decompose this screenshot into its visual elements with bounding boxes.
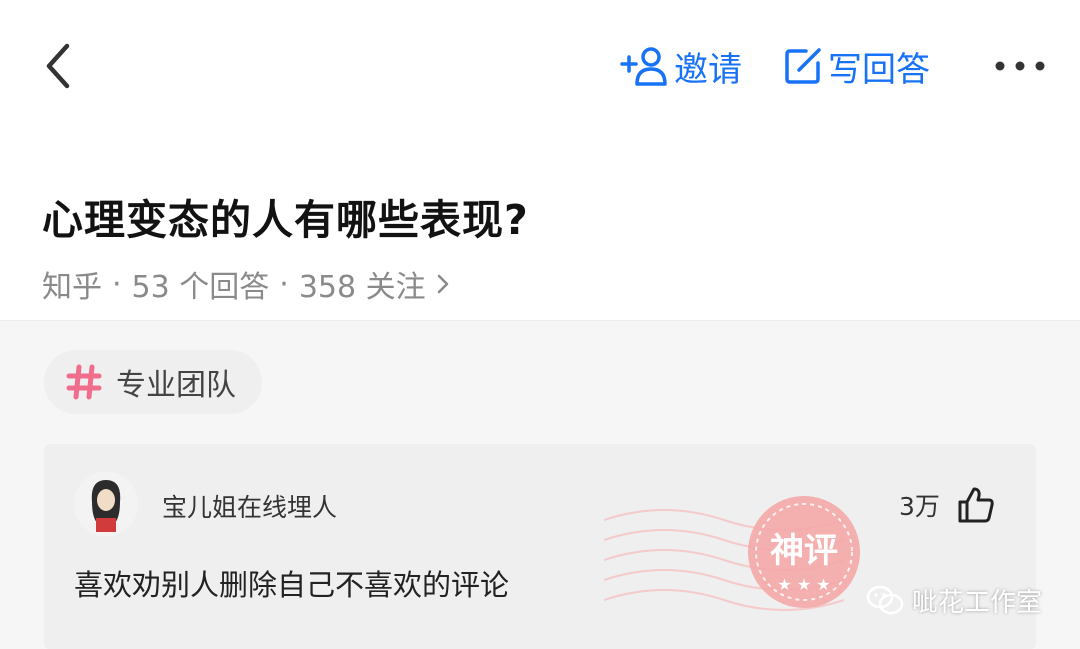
write-answer-label: 写回答: [828, 49, 930, 90]
topic-tag-label: 专业团队: [116, 368, 236, 403]
add-user-icon: [620, 47, 667, 86]
avatar[interactable]: [74, 472, 138, 536]
like-button[interactable]: 3万: [899, 484, 996, 526]
question-meta-link[interactable]: 知乎 · 53 个回答 · 358 关注: [42, 262, 450, 306]
watermark-text: 呲花工作室: [912, 587, 1043, 618]
more-button[interactable]: [990, 50, 1050, 82]
like-count: 3万: [899, 492, 940, 521]
avatar-image: [74, 472, 138, 536]
thumbs-up-icon: [958, 487, 994, 523]
meta-follower-count: 358 关注: [298, 270, 426, 305]
question-header-card: 邀请 写回答 心理变态的人有哪些表现? 知乎 · 53 个回答 · 358 关注: [0, 0, 1080, 321]
stamp-icon: 神评 ★ ★ ★: [604, 496, 860, 611]
hash-icon: [66, 364, 102, 400]
question-title: 心理变态的人有哪些表现?: [42, 196, 529, 244]
top-navbar: 邀请 写回答: [0, 0, 1080, 130]
meta-source: 知乎: [42, 270, 102, 305]
svg-text:★ ★ ★: ★ ★ ★: [777, 575, 830, 594]
comment-username[interactable]: 宝儿姐在线埋人: [162, 488, 337, 524]
meta-answer-count: 53 个回答: [131, 270, 270, 305]
invite-label: 邀请: [674, 49, 742, 90]
more-horizontal-icon: [995, 61, 1045, 71]
topic-tag[interactable]: 专业团队: [44, 350, 262, 414]
write-answer-button[interactable]: 写回答: [782, 42, 930, 90]
wechat-icon: [866, 585, 904, 615]
chevron-left-icon: [46, 43, 70, 89]
watermark: 呲花工作室: [866, 580, 1042, 620]
stamp-label: 神评: [770, 531, 838, 571]
comment-text: 喜欢劝别人删除自己不喜欢的评论: [74, 568, 510, 602]
chevron-right-icon: [437, 274, 448, 294]
meta-separator: ·: [112, 266, 122, 302]
back-button[interactable]: [30, 38, 86, 94]
meta-separator: ·: [279, 266, 289, 302]
edit-icon: [785, 48, 821, 84]
invite-button[interactable]: 邀请: [620, 42, 742, 90]
